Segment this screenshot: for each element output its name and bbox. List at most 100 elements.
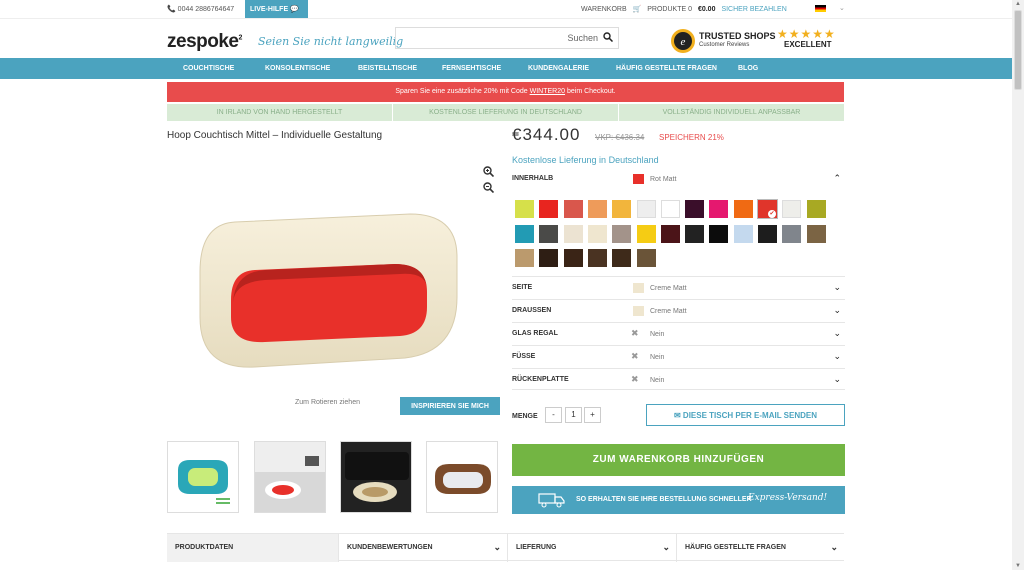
walnut-table-image [427,442,497,512]
zoom-in-icon[interactable] [483,166,494,177]
cart-total: €0.00 [697,6,716,13]
product-thumbnail[interactable] [254,441,326,513]
phone-number[interactable]: 📞 0044 2886764647 [167,5,234,13]
color-swatch[interactable] [612,200,632,218]
nav-item-kundengalerie[interactable]: KUNDENGALERIE [528,65,589,72]
live-help-button[interactable]: LIVE-HILFE 💬 [245,0,308,18]
color-swatch[interactable] [806,200,826,218]
page-scrollbar[interactable]: ▲ ▼ [1012,0,1024,570]
scroll-down-icon[interactable]: ▼ [1015,563,1021,569]
color-swatch[interactable] [636,224,656,243]
usp-free-delivery: KOSTENLOSE LIEFERUNG IN DEUTSCHLAND [393,104,618,121]
quantity-decrease-button[interactable]: - [545,407,562,423]
option-fuesse[interactable]: FÜSSE ✖ Nein ⌄ [512,345,845,367]
tab-produktdaten[interactable]: PRODUKTDATEN [167,534,338,562]
site-header: zespoke2 Seien Sie nicht langweilig Such… [0,18,1012,58]
promo-banner: Sparen Sie eine zusätzliche 20% mit Code… [167,82,844,102]
product-3d-viewer[interactable] [195,212,465,370]
option-glas-regal[interactable]: GLAS REGAL ✖ Nein ⌄ [512,322,845,344]
tab-label: KUNDENBEWERTUNGEN [347,544,433,551]
option-seite[interactable]: SEITE Creme Matt ⌄ [512,276,845,298]
color-swatch[interactable]: ✔ [757,199,778,219]
chevron-down-icon[interactable]: ⌄ [833,351,841,362]
color-swatch[interactable] [758,224,777,243]
secure-checkout-link[interactable]: SICHER BEZAHLEN [721,6,786,13]
color-swatch[interactable] [806,224,826,243]
color-swatch[interactable] [563,249,583,267]
cart-products-count: PRODUKTE 0 [647,6,692,13]
color-swatch[interactable] [636,200,656,218]
chevron-down-icon[interactable]: ⌄ [833,374,841,385]
site-logo[interactable]: zespoke2 [167,31,242,53]
quantity-increase-button[interactable]: + [584,407,601,423]
nav-item-couchtische[interactable]: COUCHTISCHE [183,65,234,72]
color-swatch[interactable] [660,224,680,243]
option-innerhalb[interactable]: INNERHALB Rot Matt ⌃ [512,168,845,190]
nav-item-fernsehtische[interactable]: FERNSEHTISCHE [442,65,501,72]
nav-item-blog[interactable]: BLOG [738,65,758,72]
color-swatch[interactable] [636,249,656,267]
color-swatch[interactable] [612,249,632,267]
quantity-input[interactable]: 1 [565,407,582,423]
color-swatch[interactable] [515,249,534,267]
nav-item-faq[interactable]: HÄUFIG GESTELLTE FRAGEN [616,65,717,72]
color-swatch[interactable] [782,200,802,218]
cart-summary[interactable]: WARENKORB 🛒 PRODUKTE 0 €0.00 SICHER BEZA… [581,5,791,13]
color-swatch[interactable] [539,249,559,267]
live-help-label: LIVE-HILFE [250,6,289,13]
chevron-down-icon[interactable]: ⌄ [833,328,841,339]
color-swatch[interactable] [563,224,583,243]
tab-label: PRODUKTDATEN [175,544,234,551]
search-input[interactable]: Suchen [395,27,619,49]
color-swatch[interactable] [709,200,729,218]
chevron-down-icon: ⌄ [830,542,838,552]
chevron-down-icon[interactable]: ⌄ [833,305,841,316]
product-thumbnail[interactable] [167,441,239,513]
chevron-up-icon[interactable]: ⌃ [833,173,841,184]
color-swatch[interactable] [587,249,607,267]
tab-faq[interactable]: HÄUFIG GESTELLTE FRAGEN ⌄ [676,534,844,562]
color-swatch[interactable] [612,224,632,243]
inspire-me-button[interactable]: INSPIRIEREN SIE MICH [400,397,500,415]
color-swatch[interactable] [733,224,753,243]
color-swatch[interactable] [539,200,559,218]
trusted-shops-sub: Customer Reviews [699,42,750,48]
german-flag-icon[interactable] [815,5,826,12]
search-icon[interactable] [603,32,613,42]
option-draussen[interactable]: DRAUSSEN Creme Matt ⌄ [512,299,845,321]
add-to-cart-button[interactable]: ZUM WARENKORB HINZUFÜGEN [512,444,845,476]
color-swatch[interactable] [660,200,680,218]
truck-icon [538,493,565,508]
color-swatch[interactable] [563,200,583,218]
free-shipping-note: Kostenlose Lieferung in Deutschland [512,155,659,165]
color-swatch[interactable] [587,224,607,243]
color-swatch[interactable] [685,224,705,243]
product-price: €344.00 [512,125,581,144]
color-swatch[interactable] [587,200,607,218]
color-swatch[interactable] [709,224,729,243]
nav-item-beistelltische[interactable]: BEISTELLTISCHE [358,65,417,72]
trusted-shops-icon[interactable]: e [670,28,696,54]
product-thumbnail[interactable] [340,441,412,513]
tab-kundenbewertungen[interactable]: KUNDENBEWERTUNGEN ⌄ [338,534,507,562]
express-shipping-banner[interactable]: SO ERHALTEN SIE IHRE BESTELLUNG SCHNELLE… [512,486,845,514]
dimensions-image [168,442,238,512]
nav-item-konsolentische[interactable]: KONSOLENTISCHE [265,65,330,72]
selected-color-swatch [633,306,644,316]
color-swatch[interactable] [782,224,802,243]
color-swatch[interactable] [685,200,705,218]
color-swatch[interactable] [733,200,753,218]
scroll-up-icon[interactable]: ▲ [1015,1,1021,7]
color-swatch[interactable] [515,224,534,243]
chevron-down-icon[interactable]: ⌄ [839,4,845,12]
email-table-button[interactable]: ✉ DIESE TISCH PER E-MAIL SENDEN [646,404,845,426]
option-value: Creme Matt [650,308,687,315]
scrollbar-thumb[interactable] [1014,10,1022,90]
chevron-down-icon[interactable]: ⌄ [833,282,841,293]
color-swatch[interactable] [515,200,534,218]
option-rueckenplatte[interactable]: RÜCKENPLATTE ✖ Nein ⌄ [512,368,845,390]
tab-lieferung[interactable]: LIEFERUNG ⌄ [507,534,676,562]
product-thumbnail[interactable] [426,441,498,513]
color-swatch[interactable] [539,224,559,243]
zoom-out-icon[interactable] [483,182,494,193]
